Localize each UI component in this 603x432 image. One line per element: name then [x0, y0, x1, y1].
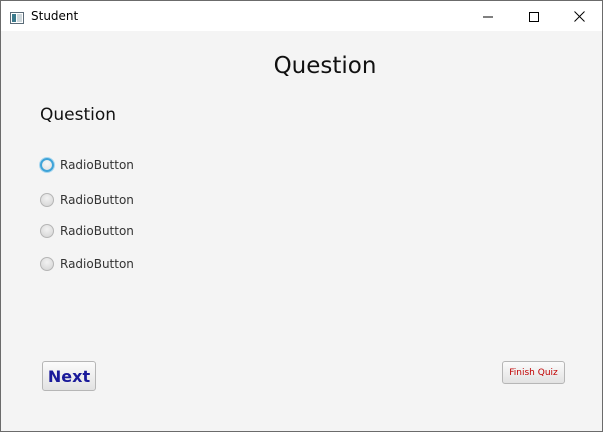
answer-option-label[interactable]: RadioButton: [60, 193, 134, 207]
minimize-button[interactable]: [465, 1, 511, 31]
finish-quiz-button[interactable]: Finish Quiz: [502, 361, 565, 384]
answer-option-label[interactable]: RadioButton: [60, 158, 134, 172]
close-button[interactable]: [556, 1, 602, 31]
maximize-button[interactable]: [511, 1, 557, 31]
page-title: Question: [273, 53, 377, 79]
answer-option-label[interactable]: RadioButton: [60, 257, 134, 271]
radio-circle-icon[interactable]: [40, 193, 54, 207]
window-title: Student: [31, 9, 79, 23]
radio-circle-icon[interactable]: [40, 158, 54, 172]
answer-option-1[interactable]: RadioButton: [40, 158, 134, 172]
answer-option-2[interactable]: RadioButton: [40, 193, 134, 207]
title-bar[interactable]: Student: [1, 1, 602, 31]
java-app-icon: [10, 9, 24, 24]
answer-option-4[interactable]: RadioButton: [40, 257, 134, 271]
next-button[interactable]: Next: [42, 361, 96, 391]
minimize-icon: [483, 7, 493, 26]
maximize-icon: [529, 7, 539, 26]
app-window: Student Question Question RadioButton Ra…: [0, 0, 603, 432]
question-text: Question: [40, 105, 117, 125]
radio-circle-icon[interactable]: [40, 224, 54, 238]
answer-option-label[interactable]: RadioButton: [60, 224, 134, 238]
close-icon: [573, 7, 585, 26]
quiz-content: Question Question RadioButton RadioButto…: [1, 31, 602, 431]
answer-option-3[interactable]: RadioButton: [40, 224, 134, 238]
radio-circle-icon[interactable]: [40, 257, 54, 271]
